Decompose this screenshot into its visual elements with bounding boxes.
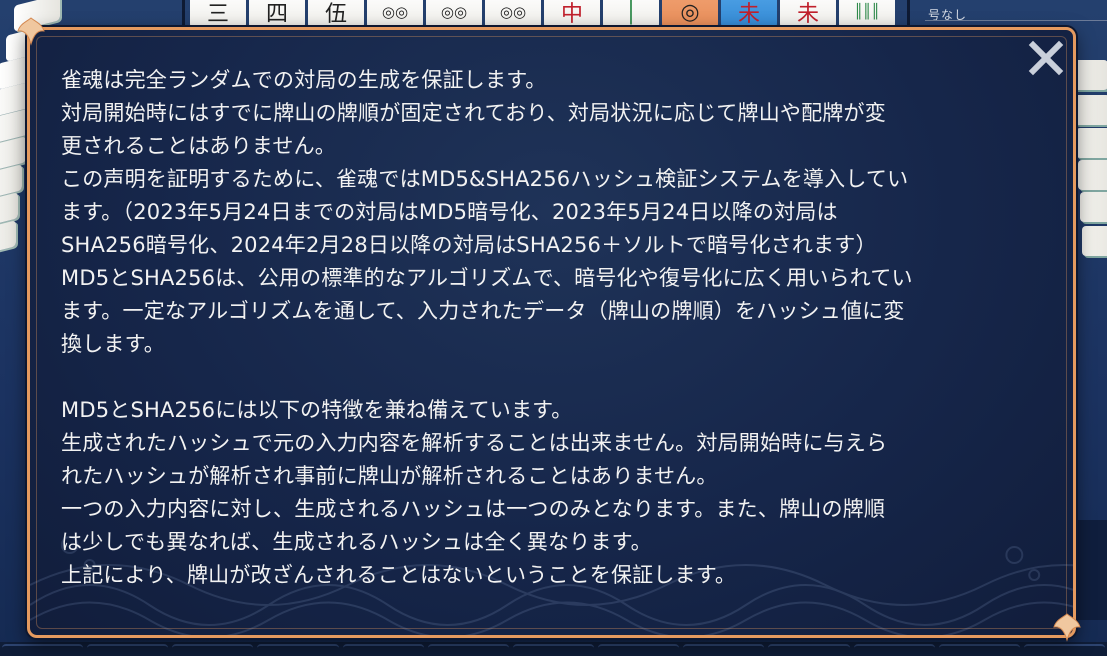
sakura-corner-icon [1053, 613, 1081, 642]
notice-line: 生成されたハッシュで元の入力内容を解析することは出来ません。対局開始時に与えら [61, 431, 888, 455]
close-icon [1028, 40, 1064, 76]
tile [0, 220, 16, 258]
bottom-slot [598, 644, 680, 656]
notice-line: MD5とSHA256には以下の特徴を兼ね備えています。 [61, 398, 573, 422]
notice-line: 一つの入力内容に対し、生成されるハッシュは一つのみとなります。また、牌山の牌順 [61, 497, 886, 521]
bottom-slot [342, 644, 424, 656]
bottom-slot [853, 644, 935, 656]
tile [1078, 160, 1107, 190]
bottom-slot [1023, 644, 1106, 656]
notice-line: 上記により、牌山が改ざんされることはないということを保証します。 [61, 563, 737, 587]
tile [1076, 128, 1107, 158]
hud-divider [925, 20, 1107, 21]
bottom-slot [87, 644, 169, 656]
bottom-slot [512, 644, 595, 656]
bottom-slot [2, 644, 84, 656]
bottom-slot [768, 644, 850, 656]
bottom-slot [427, 644, 509, 656]
tile [1080, 192, 1107, 222]
sakura-corner-icon [17, 17, 45, 46]
notice-line: れたハッシュが解析され事前に牌山が解析されることはありません。 [61, 464, 718, 488]
notice-line: 換します。 [61, 332, 165, 356]
tile [1082, 226, 1107, 256]
tile [1074, 95, 1107, 125]
close-button[interactable] [1024, 36, 1068, 80]
notice-line: は少しでも異なれば、生成されるハッシュは全く異なります。 [61, 530, 652, 554]
game-screen: 三 四 伍 ◎◎ ◎◎ ◎◎ 中 │ ◎ 未 未 ║║║ 号なし 雀魂は完全ラン… [0, 0, 1107, 656]
side-panel [1077, 520, 1107, 620]
notice-line: ます。一定なアルゴリズムを通して、入力されたデータ（牌山の牌順）をハッシュ値に変 [61, 299, 905, 323]
tile [1072, 60, 1107, 90]
notice-body: 雀魂は完全ランダムでの対局の生成を保証します。 対局開始時にはすでに牌山の牌順が… [61, 64, 1046, 592]
bottom-slot [172, 644, 254, 656]
bottom-slot [938, 644, 1020, 656]
fairness-notice-dialog: 雀魂は完全ランダムでの対局の生成を保証します。 対局開始時にはすでに牌山の牌順が… [27, 27, 1076, 638]
notice-line: 更されることはありません。 [61, 134, 336, 158]
notice-line: この声明を証明するために、雀魂ではMD5&SHA256ハッシュ検証システムを導入… [61, 167, 909, 191]
notice-line: SHA256暗号化、2024年2月28日以降の対局はSHA256＋ソルトで暗号化… [61, 233, 877, 257]
bottom-slot [683, 644, 765, 656]
notice-spacer [61, 361, 1046, 394]
bottom-slot [257, 644, 339, 656]
bottom-bar [0, 642, 1107, 656]
notice-line: 対局開始時にはすでに牌山の牌順が固定されており、対局状況に応じて牌山や配牌が変 [61, 101, 886, 125]
notice-line: MD5とSHA256は、公用の標準的なアルゴリズムで、暗号化や復号化に広く用いら… [61, 266, 913, 290]
notice-line: 雀魂は完全ランダムでの対局の生成を保証します。 [61, 68, 547, 92]
notice-line: ます。（2023年5月24日までの対局はMD5暗号化、2023年5月24日以降の… [61, 200, 838, 224]
